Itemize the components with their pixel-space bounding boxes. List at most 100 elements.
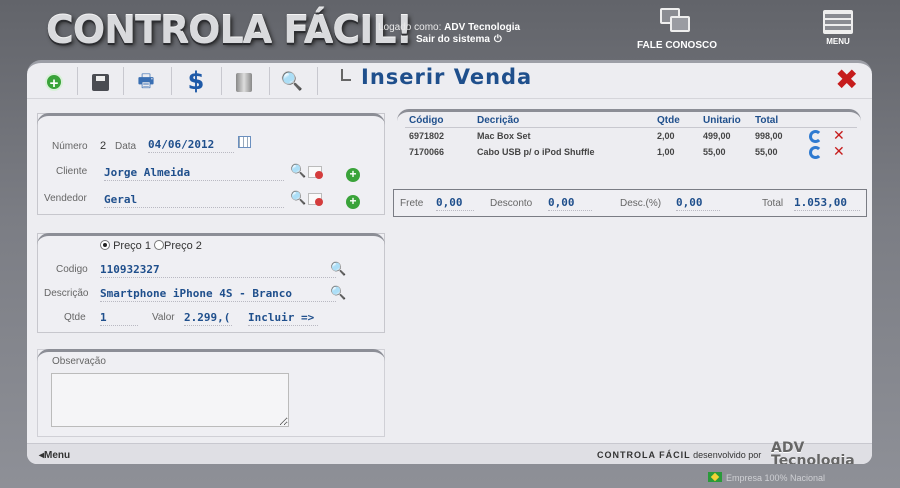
logout-link[interactable]: Sair do sistema ⏻ [416,34,502,45]
toolbar-separator [123,67,124,95]
total-label: Total [762,198,784,209]
row-total: 998,00 [755,131,783,141]
search-icon[interactable]: 🔍 [277,67,307,95]
codigo-label: Codigo [56,264,88,275]
app-logo: CONTROLA FÁCIL! [46,8,413,52]
remove-vendedor-icon[interactable] [308,193,323,206]
back-menu-link[interactable]: ◂Menu [39,450,70,461]
adv-logo[interactable]: ADV Tecnologia [771,441,872,464]
date-field[interactable]: 04/06/2012 [148,138,234,153]
developed-by: desenvolvido por [693,450,762,460]
desc-pct-field[interactable]: 0,00 [676,196,720,211]
search-codigo-icon[interactable]: 🔍 [330,262,346,276]
numero-value: 2 [100,140,107,152]
toolbar-separator [171,67,172,95]
login-info: Logado como: ADV Tecnologia [378,22,520,33]
cliente-label: Cliente [56,166,88,177]
descricao-field[interactable]: Smartphone iPhone 4S - Branco [100,287,336,302]
product-box: Preço 1 Preço 2 Codigo 110932327 🔍 Descr… [37,233,385,333]
radio-icon [154,240,164,250]
desconto-field[interactable]: 0,00 [548,196,592,211]
col-codigo: Código [409,115,444,126]
refresh-icon[interactable] [809,130,822,143]
toolbar-separator [317,67,318,95]
preco2-label: Preço 2 [164,240,202,252]
search-descricao-icon[interactable]: 🔍 [330,286,346,300]
descricao-label: Descrição [44,288,89,299]
print-icon[interactable]: 🖶 [131,67,161,95]
col-qtde: Qtde [657,115,680,126]
row-qtde: 1,00 [657,147,675,157]
calendar-icon[interactable] [238,136,251,148]
menu-icon [823,10,853,34]
delete-icon[interactable]: ✕ [833,129,845,143]
remove-cliente-icon[interactable] [308,166,323,179]
row-unitario: 499,00 [703,131,731,141]
add-icon[interactable]: + [39,67,69,95]
toolbar-separator [77,67,78,95]
logout-label: Sair do sistema [416,34,490,45]
save-icon[interactable] [85,67,115,95]
refresh-icon[interactable] [809,146,822,159]
contact-button[interactable]: FALE CONOSCO [632,6,722,51]
row-unitario: 55,00 [703,147,726,157]
nacional-label: Empresa 100% Nacional [726,473,826,483]
frete-field[interactable]: 0,00 [436,196,474,211]
desconto-label: Desconto [490,198,533,209]
col-total: Total [755,115,779,126]
totals-bar: Frete 0,00 Desconto 0,00 Desc.(%) 0,00 T… [393,189,867,217]
row-codigo: 7170066 [409,147,445,157]
frete-label: Frete [400,198,424,209]
row-descricao: Mac Box Set [477,131,531,141]
page-title: Inserir Venda [361,65,533,89]
back-label: Menu [44,450,71,461]
preco2-option[interactable]: Preço 2 [154,240,202,252]
contact-label: FALE CONOSCO [636,40,717,51]
row-qtde: 2,00 [657,131,675,141]
col-descricao: Decrição [477,115,520,126]
desc-pct-label: Desc.(%) [620,198,662,209]
menu-button[interactable]: MENU [818,10,858,46]
row-total: 55,00 [755,147,778,157]
observacao-textarea[interactable] [51,373,289,427]
radio-icon [100,240,110,250]
main-panel: + 🖶 $ 🔍 Inserir Venda ✖ Número 2 Data 04… [27,60,872,464]
header-divider [405,127,857,128]
top-bar: CONTROLA FÁCIL! Logado como: ADV Tecnolo… [0,0,900,64]
title-arrow-icon [341,69,351,81]
money-icon[interactable]: $ [181,67,211,95]
vendedor-field[interactable]: Geral [104,193,284,208]
close-icon[interactable]: ✖ [835,65,858,95]
power-icon: ⏻ [493,34,502,45]
data-label: Data [115,141,137,152]
sale-header-box: Número 2 Data 04/06/2012 Cliente Jorge A… [37,113,385,215]
observacao-label: Observação [52,356,106,367]
col-unitario: Unitario [703,115,741,126]
qtde-label: Qtde [64,312,86,323]
numero-label: Número [52,141,88,152]
logged-label: Logado como: [378,22,442,33]
qtde-field[interactable]: 1 [100,311,138,326]
total-field: 1.053,00 [794,196,860,211]
credits: CONTROLA FÁCIL desenvolvido por [597,450,761,460]
search-vendedor-icon[interactable]: 🔍 [290,191,306,205]
add-vendedor-icon[interactable]: + [346,195,360,209]
incluir-button[interactable]: Incluir => [248,311,318,326]
delete-icon[interactable]: ✕ [833,145,845,159]
row-descricao: Cabo USB p/ o iPod Shuffle [477,147,595,157]
add-cliente-icon[interactable]: + [346,168,360,182]
brand-name: CONTROLA FÁCIL [597,450,691,460]
toolbar-separator [269,67,270,95]
footer-bar: ◂Menu CONTROLA FÁCIL desenvolvido por AD… [27,441,872,464]
preco1-label: Preço 1 [113,240,151,252]
cliente-field[interactable]: Jorge Almeida [104,166,284,181]
row-codigo: 6971802 [409,131,445,141]
search-cliente-icon[interactable]: 🔍 [290,164,306,178]
chat-bubbles-icon [632,6,722,36]
box-border [37,233,385,245]
valor-label: Valor [152,312,175,323]
valor-field[interactable]: 2.299,( [184,311,232,326]
preco1-option[interactable]: Preço 1 [100,240,151,252]
trash-icon[interactable] [229,67,259,95]
codigo-field[interactable]: 110932327 [100,263,336,278]
